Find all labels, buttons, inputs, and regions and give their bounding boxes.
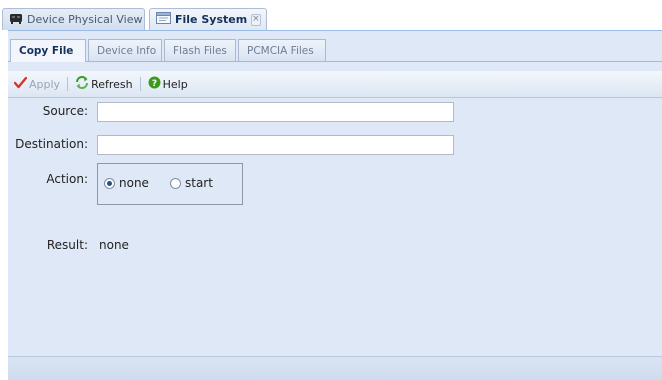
help-icon: ? <box>148 76 161 92</box>
window-icon <box>156 12 171 27</box>
tab-device-info[interactable]: Device Info <box>88 39 162 61</box>
refresh-label: Refresh <box>91 77 133 91</box>
action-option-label: none <box>119 176 149 190</box>
tab-label: Copy File <box>19 45 74 57</box>
radio-button-none[interactable] <box>104 177 115 189</box>
source-label: Source: <box>42 104 88 118</box>
panel-footer <box>8 356 662 380</box>
action-option-none[interactable]: none <box>104 176 149 190</box>
radio-button-start[interactable] <box>170 177 181 189</box>
checkmark-icon <box>13 76 28 92</box>
help-label: Help <box>162 77 188 91</box>
result-value: none <box>99 238 129 252</box>
refresh-icon <box>75 76 89 92</box>
apply-label: Apply <box>29 77 61 91</box>
tab-label: Flash Files <box>173 44 227 57</box>
tab-label: PCMCIA Files <box>247 44 314 57</box>
tab-flash-files[interactable]: Flash Files <box>164 39 236 61</box>
toolbar: Apply Refresh ? Help <box>8 71 662 98</box>
toolbar-separator <box>139 77 141 91</box>
file-system-panel: Copy File Device Info Flash Files PCMCIA… <box>8 30 662 380</box>
refresh-button[interactable]: Refresh <box>75 76 133 92</box>
action-option-start[interactable]: start <box>170 176 213 190</box>
action-option-label: start <box>185 176 213 190</box>
close-icon[interactable]: × <box>251 13 261 26</box>
destination-input[interactable] <box>97 135 454 155</box>
action-radio-group: none start <box>97 163 243 205</box>
tab-label: Device Info <box>97 44 157 57</box>
copy-file-form: Source: Destination: Action: none start … <box>8 98 662 354</box>
svg-text:?: ? <box>151 79 156 89</box>
result-label: Result: <box>46 238 88 252</box>
action-label: Action: <box>46 172 88 186</box>
toolbar-separator <box>67 77 69 91</box>
tab-file-system[interactable]: File System × <box>149 8 267 30</box>
source-input[interactable] <box>97 102 454 122</box>
tab-label: File System <box>175 13 248 26</box>
sub-tab-strip: Copy File Device Info Flash Files PCMCIA… <box>8 36 662 62</box>
tab-label: Device Physical View <box>27 13 143 26</box>
document-tab-strip: Device Physical View File System × <box>0 0 662 30</box>
destination-label: Destination: <box>15 137 88 151</box>
help-button[interactable]: ? Help <box>148 76 188 92</box>
tab-copy-file[interactable]: Copy File <box>10 39 86 62</box>
tab-device-physical-view[interactable]: Device Physical View <box>2 8 145 30</box>
device-icon <box>9 12 23 27</box>
apply-button[interactable]: Apply <box>13 76 61 92</box>
tab-pcmcia-files[interactable]: PCMCIA Files <box>238 39 326 61</box>
